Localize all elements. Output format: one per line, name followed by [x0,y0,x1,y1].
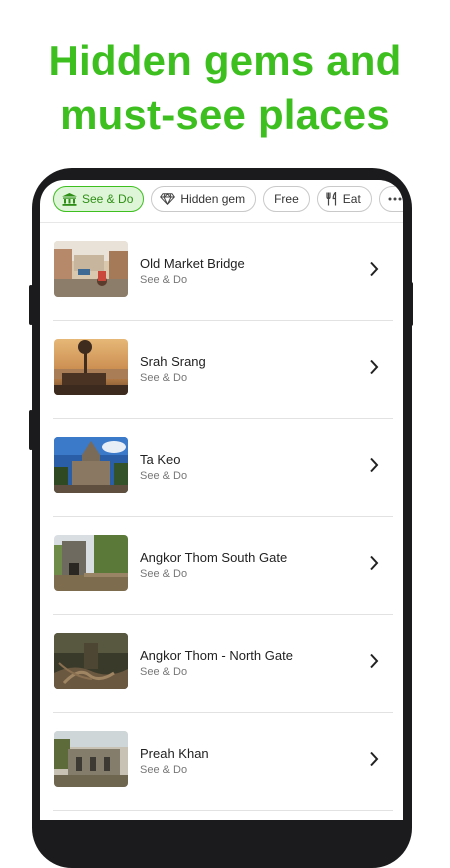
phone-volume-button [29,410,33,450]
place-thumbnail [54,731,128,787]
place-thumbnail [54,437,128,493]
place-category: See & Do [140,372,188,384]
more-dots-icon [388,197,402,201]
chevron-right-icon [369,261,379,282]
places-list: Old Market Bridge See & Do Srah Srang Se… [40,223,403,811]
cutlery-icon [326,192,338,206]
place-name: Old Market Bridge [140,256,245,271]
place-category: See & Do [140,470,188,482]
filter-chip-other[interactable]: O [378,186,403,212]
chevron-right-icon [369,359,379,380]
filter-chip-label: Free [274,192,299,206]
place-category: See & Do [140,764,188,776]
place-thumbnail [54,633,128,689]
filter-chip-free[interactable]: Free [263,186,310,212]
filter-chip-eat[interactable]: Eat [316,186,372,212]
chevron-right-icon [369,653,379,674]
headline-line-1: Hidden gems and [48,37,402,84]
place-name: Preah Khan [140,746,209,761]
place-name: Angkor Thom South Gate [140,550,288,565]
museum-icon [62,192,77,206]
place-name: Ta Keo [140,452,181,467]
headline-line-2: must-see places [60,91,390,138]
chevron-right-icon [369,555,379,576]
filter-chip-see-do[interactable]: See & Do [53,186,145,212]
place-thumbnail [54,339,128,395]
diamond-icon [160,193,176,205]
place-thumbnail [54,535,128,591]
place-row-angkor-thom-north-gate[interactable]: Angkor Thom - North Gate See & Do [53,615,393,713]
place-row-srah-srang[interactable]: Srah Srang See & Do [53,321,393,419]
place-row-ta-keo[interactable]: Ta Keo See & Do [53,419,393,517]
place-category: See & Do [140,666,188,678]
place-category: See & Do [140,274,188,286]
phone-volume-button [29,285,33,325]
place-row-preah-khan[interactable]: Preah Khan See & Do [53,713,393,811]
filter-chip-label: Eat [342,192,361,206]
place-thumbnail [54,241,128,297]
filter-chip-bar: See & Do Hidden gem Free Eat [53,186,403,216]
filter-chip-hidden-gem[interactable]: Hidden gem [151,186,257,212]
filter-chip-label: See & Do [82,192,134,206]
app-screen: See & Do Hidden gem Free Eat Old Market … [40,180,403,820]
place-name: Angkor Thom - North Gate [140,648,293,663]
chevron-right-icon [369,751,379,772]
promo-headline: Hidden gems and must-see places [0,34,450,142]
place-category: See & Do [140,568,188,580]
filter-chip-label: Hidden gem [180,192,246,206]
place-row-old-market-bridge[interactable]: Old Market Bridge See & Do [53,223,393,321]
phone-power-button [409,282,413,326]
place-row-angkor-thom-south-gate[interactable]: Angkor Thom South Gate See & Do [53,517,393,615]
place-name: Srah Srang [140,354,206,369]
chevron-right-icon [369,457,379,478]
